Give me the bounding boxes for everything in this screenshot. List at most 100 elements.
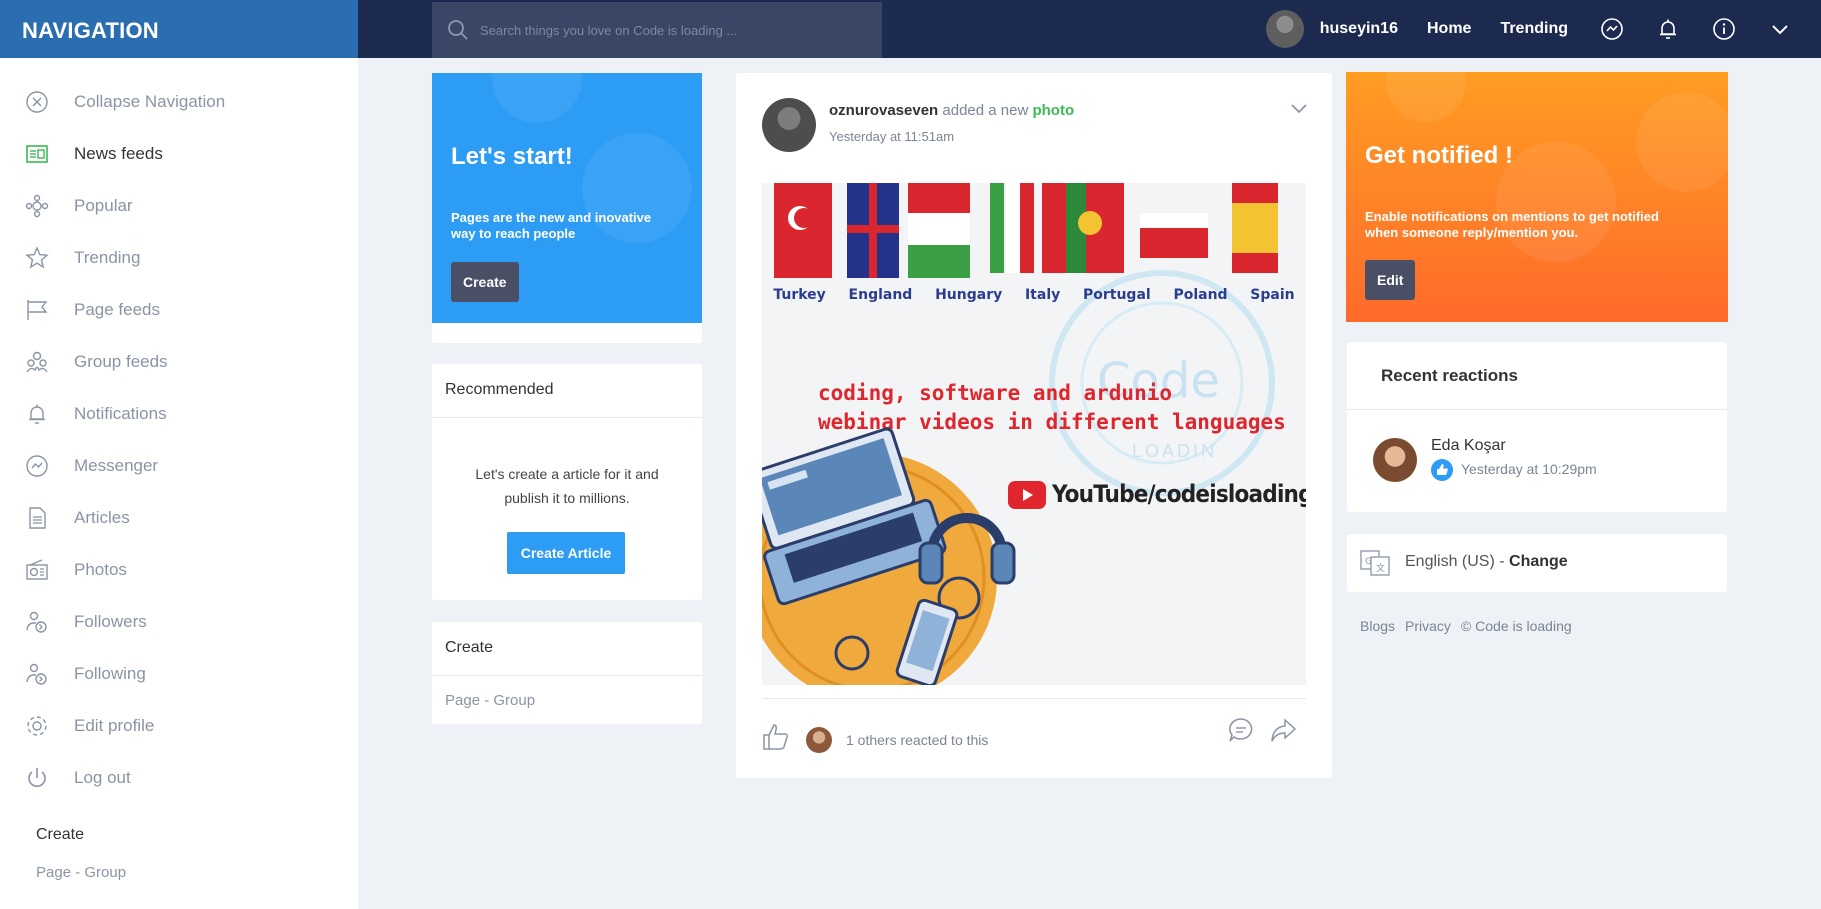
sidebar-item-photos[interactable]: Photos: [0, 544, 358, 596]
post-reactions: 1 others reacted to this: [760, 721, 988, 758]
top-right-nav: huseyin16 Home Trending: [1265, 0, 1799, 58]
sidebar-item-popular[interactable]: Popular: [0, 180, 358, 232]
post-timestamp[interactable]: Yesterday at 11:51am: [829, 129, 954, 144]
change-language-link[interactable]: Change: [1509, 553, 1568, 570]
sidebar-item-collapse-navigation[interactable]: Collapse Navigation: [0, 76, 358, 128]
photo-icon: [22, 555, 52, 585]
separator: -: [480, 692, 494, 709]
like-badge-icon: [1431, 459, 1453, 481]
reactor-name[interactable]: Eda Koşar: [1431, 437, 1506, 455]
svg-text:文: 文: [1376, 562, 1385, 574]
sidebar: Collapse Navigation News feeds Popular T…: [0, 58, 358, 909]
create-page-link[interactable]: Page: [36, 864, 71, 881]
sidebar-item-articles[interactable]: Articles: [0, 492, 358, 544]
post-author-avatar[interactable]: [762, 98, 816, 152]
top-bar: NAVIGATION huseyin16 Home Trending: [0, 0, 1821, 58]
create-page-button[interactable]: Create: [451, 262, 519, 302]
copyright: © Code is loading: [1460, 618, 1572, 634]
messenger-icon: [22, 451, 52, 481]
power-icon: [22, 763, 52, 793]
current-language: English (US): [1405, 553, 1495, 570]
sidebar-item-edit-profile[interactable]: Edit profile: [0, 700, 358, 752]
card-footer: [432, 323, 702, 343]
comment-icon[interactable]: [1226, 715, 1256, 750]
post-author-link[interactable]: oznurovaseven: [829, 102, 938, 119]
sidebar-item-notifications[interactable]: Notifications: [0, 388, 358, 440]
sidebar-item-label: Page feeds: [74, 300, 161, 319]
create-card-links: Page - Group: [445, 692, 535, 709]
post-object-link[interactable]: photo: [1032, 102, 1074, 119]
close-circle-icon: [22, 87, 52, 117]
create-article-button[interactable]: Create Article: [507, 532, 625, 574]
bell-icon: [22, 399, 52, 429]
search-input[interactable]: [480, 22, 880, 38]
decoration: [1386, 72, 1466, 122]
post-action-buttons: [1214, 715, 1298, 750]
sidebar-item-trending[interactable]: Trending: [0, 232, 358, 284]
share-icon[interactable]: [1268, 715, 1298, 750]
blogs-link[interactable]: Blogs: [1360, 618, 1395, 634]
create-card: Create Page - Group: [432, 622, 702, 724]
translate-icon: G文: [1359, 548, 1391, 583]
sidebar-item-messenger[interactable]: Messenger: [0, 440, 358, 492]
lets-start-card: Let's start! Pages are the new and inova…: [432, 73, 702, 323]
create-group-link[interactable]: Group: [84, 864, 126, 881]
language-card: G文 English (US) - Change: [1347, 534, 1727, 592]
sidebar-item-label: Photos: [74, 560, 127, 579]
reactor-avatar[interactable]: [1373, 438, 1417, 482]
sidebar-create-title: Create: [36, 826, 85, 843]
user-avatar[interactable]: [1265, 10, 1304, 48]
sidebar-item-label: Following: [74, 664, 146, 683]
sidebar-item-group-feeds[interactable]: Group feeds: [0, 336, 358, 388]
navigation-title: NAVIGATION: [0, 0, 358, 58]
info-icon[interactable]: [1709, 14, 1739, 44]
like-icon[interactable]: [760, 721, 792, 758]
promo-text: Pages are the new and inovative way to r…: [451, 210, 652, 241]
create-page-link[interactable]: Page: [445, 692, 480, 709]
create-group-link[interactable]: Group: [493, 692, 535, 709]
promo-title: Let's start!: [451, 143, 573, 170]
reactions-count-text[interactable]: 1 others reacted to this: [846, 732, 988, 748]
chevron-down-icon[interactable]: [1765, 14, 1795, 44]
promo-text: Enable notifications on mentions to get …: [1365, 209, 1659, 240]
following-icon: [22, 659, 52, 689]
reaction-timestamp: Yesterday at 10:29pm: [1461, 461, 1597, 477]
post-image[interactable]: Turkey England Hungary Italy Portugal Po…: [762, 183, 1306, 685]
search-bar[interactable]: [432, 2, 882, 58]
sidebar-item-log-out[interactable]: Log out: [0, 752, 358, 804]
sidebar-item-following[interactable]: Following: [0, 648, 358, 700]
username-link[interactable]: huseyin16: [1320, 20, 1398, 38]
sidebar-item-label: Messenger: [74, 456, 159, 475]
group-icon: [22, 347, 52, 377]
sidebar-item-label: Log out: [74, 768, 131, 787]
edit-notifications-button[interactable]: Edit: [1365, 260, 1416, 300]
sidebar-item-page-feeds[interactable]: Page feeds: [0, 284, 358, 336]
recommended-card: Recommended Let's create a article for i…: [432, 364, 702, 600]
recommended-text: Let's create a article for it and publis…: [475, 466, 659, 506]
privacy-link[interactable]: Privacy: [1405, 618, 1451, 634]
messenger-icon[interactable]: [1597, 14, 1627, 44]
sidebar-create-links: Page - Group: [36, 864, 126, 881]
language-selector: English (US) - Change: [1405, 553, 1568, 571]
svg-text:G: G: [1365, 557, 1372, 567]
bell-icon[interactable]: [1653, 14, 1683, 44]
decoration: [1636, 92, 1728, 192]
sidebar-item-label: Articles: [74, 508, 130, 527]
create-card-title: Create: [432, 622, 702, 676]
trending-link[interactable]: Trending: [1500, 20, 1568, 38]
sidebar-item-label: Followers: [74, 612, 147, 631]
post-card: oznurovaseven added a new photo Yesterda…: [736, 73, 1332, 778]
sidebar-item-followers[interactable]: Followers: [0, 596, 358, 648]
post-divider: [762, 698, 1306, 699]
decoration: [1496, 142, 1616, 262]
sidebar-item-label: Collapse Navigation: [74, 92, 226, 111]
sidebar-item-label: Popular: [74, 196, 133, 215]
illustration-desk: [762, 427, 1016, 685]
chevron-down-icon[interactable]: [1288, 97, 1310, 124]
home-link[interactable]: Home: [1427, 20, 1471, 38]
sidebar-item-label: Edit profile: [74, 716, 155, 735]
sidebar-item-news-feeds[interactable]: News feeds: [0, 128, 358, 180]
document-icon: [22, 503, 52, 533]
decoration: [492, 73, 582, 123]
reactor-avatar[interactable]: [806, 726, 832, 753]
